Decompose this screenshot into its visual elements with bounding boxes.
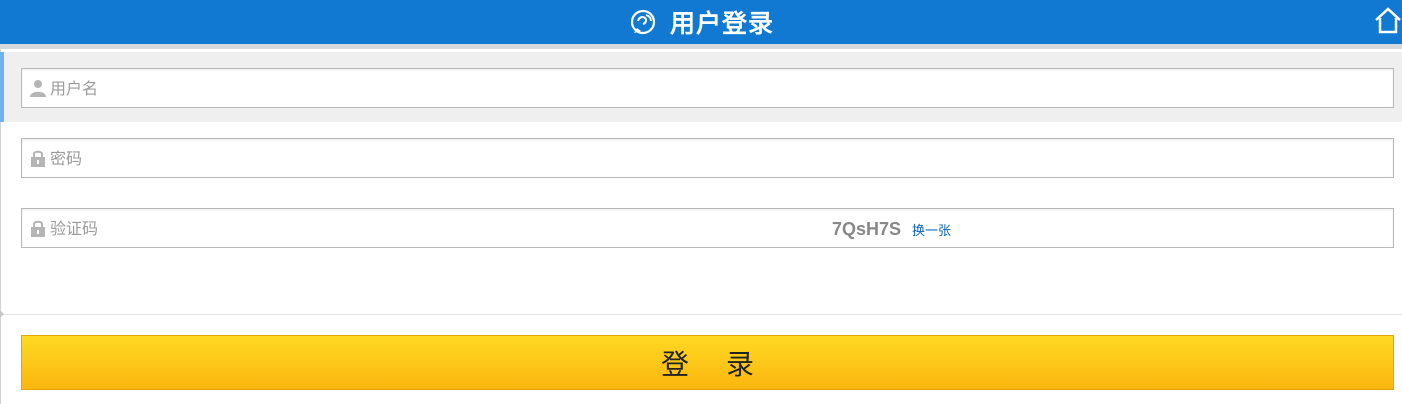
username-field[interactable] bbox=[21, 68, 1394, 108]
section-divider bbox=[0, 314, 1402, 315]
password-field[interactable] bbox=[21, 138, 1394, 178]
captcha-refresh-link[interactable]: 换一张 bbox=[912, 209, 951, 249]
user-icon bbox=[30, 79, 46, 97]
lock-icon bbox=[30, 219, 46, 237]
header-title-group: 用户登录 bbox=[0, 0, 1402, 44]
home-icon bbox=[1375, 7, 1401, 34]
username-input[interactable] bbox=[50, 70, 1393, 106]
divider-arrow-icon bbox=[0, 310, 4, 318]
login-button-label: 登 录 bbox=[661, 347, 768, 381]
chat-logo-icon bbox=[628, 7, 658, 37]
header-shadow-strip bbox=[0, 44, 1402, 49]
lock-icon bbox=[30, 149, 46, 167]
home-button[interactable] bbox=[1374, 6, 1402, 36]
captcha-field[interactable]: 7QsH7S 换一张 bbox=[21, 208, 1394, 248]
page-title: 用户登录 bbox=[669, 9, 774, 38]
active-row-accent bbox=[0, 52, 4, 122]
captcha-code: 7QsH7S bbox=[832, 218, 902, 239]
login-button[interactable]: 登 录 bbox=[21, 335, 1394, 390]
captcha-input[interactable] bbox=[50, 210, 810, 246]
app-header: 用户登录 bbox=[0, 0, 1402, 47]
login-page: 用户登录 用户名 验证码 7QsH7S 换一张 登 录 bbox=[0, 0, 1402, 404]
password-input[interactable] bbox=[50, 140, 1393, 176]
